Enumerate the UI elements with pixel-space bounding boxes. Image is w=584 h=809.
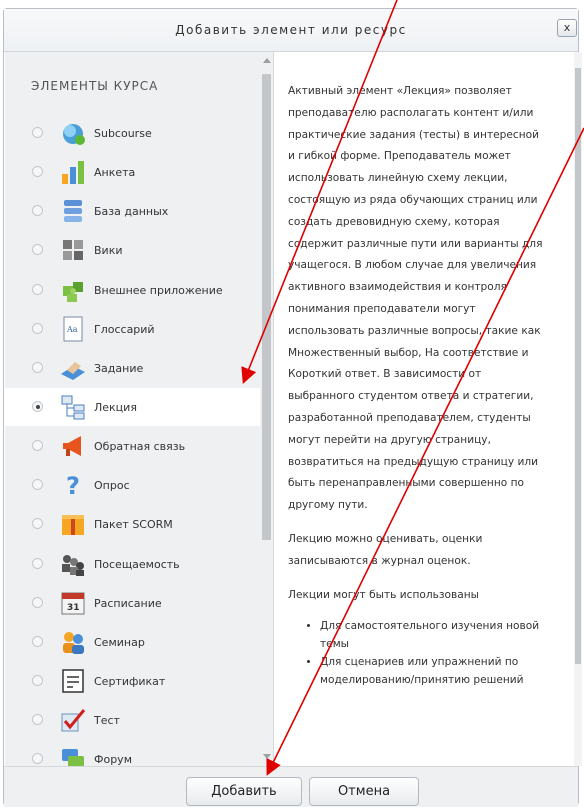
lesson-icon: [61, 395, 85, 420]
add-button[interactable]: Добавить: [186, 777, 302, 806]
list-item-subcourse[interactable]: Subcourse: [5, 114, 260, 152]
assignment-icon: [61, 362, 85, 380]
item-label: Тест: [94, 714, 120, 727]
description-bullet-list: Для самостоятельного изучения новой темы…: [288, 618, 548, 689]
megaphone-icon: [63, 436, 81, 456]
section-title: ЭЛЕМЕНТЫ КУРСА: [31, 79, 159, 93]
add-activity-dialog: Добавить элемент или ресурс x ЭЛЕМЕНТЫ К…: [3, 8, 582, 807]
description-panel: Активный элемент «Лекция» позволяет преп…: [273, 52, 570, 766]
radio-button[interactable]: [32, 479, 43, 490]
scroll-up-arrow-icon[interactable]: [263, 58, 271, 63]
description-scrollbar-thumb[interactable]: [575, 68, 581, 664]
radio-button[interactable]: [32, 518, 43, 529]
scorm-package-icon: [62, 515, 84, 535]
database-icon: [64, 200, 82, 222]
dialog-footer: Добавить Отмена: [4, 766, 578, 807]
radio-button-selected[interactable]: [32, 401, 43, 412]
radio-button[interactable]: [32, 166, 43, 177]
list-item-survey[interactable]: Анкета: [5, 153, 260, 191]
item-label: Лекция: [94, 401, 137, 414]
list-item-attendance[interactable]: Посещаемость: [5, 545, 260, 583]
radio-button[interactable]: [32, 558, 43, 569]
svg-text:31: 31: [67, 603, 80, 613]
svg-text:Aa: Aa: [66, 325, 78, 334]
dialog-title: Добавить элемент или ресурс: [175, 23, 407, 37]
radio-button[interactable]: [32, 597, 43, 608]
radio-button[interactable]: [32, 753, 43, 764]
description-paragraph: Активный элемент «Лекция» позволяет преп…: [288, 85, 543, 512]
item-label: Глоссарий: [94, 323, 155, 336]
bullet-item: Для сценариев или упражнений по моделиро…: [320, 654, 548, 689]
svg-text:?: ?: [66, 472, 80, 499]
cancel-button[interactable]: Отмена: [309, 777, 419, 806]
radio-button[interactable]: [32, 636, 43, 647]
item-label: Вики: [94, 244, 123, 257]
bullet-item: Для самостоятельного изучения новой темы: [320, 618, 548, 653]
list-item-certificate[interactable]: Сертификат: [5, 662, 260, 700]
quiz-checkmark-icon: [61, 709, 86, 732]
radio-button[interactable]: [32, 675, 43, 686]
item-label: Форум: [94, 753, 132, 766]
radio-button[interactable]: [32, 244, 43, 255]
list-item-glossary[interactable]: Aa Глоссарий: [5, 310, 260, 348]
description-text: Активный элемент «Лекция» позволяет преп…: [288, 81, 548, 690]
item-label: Subcourse: [94, 127, 152, 140]
item-label: Сертификат: [94, 675, 166, 688]
list-item-choice[interactable]: ? Опрос: [5, 466, 260, 504]
puzzle-icon: [63, 282, 83, 302]
radio-button[interactable]: [32, 362, 43, 373]
radio-button[interactable]: [32, 323, 43, 334]
wiki-icon: [63, 240, 83, 260]
list-item-feedback[interactable]: Обратная связь: [5, 427, 260, 465]
description-paragraph: Лекции могут быть использованы: [288, 588, 480, 601]
forum-icon: [62, 749, 84, 766]
list-scrollbar[interactable]: [260, 52, 273, 766]
list-item-external-tool[interactable]: Внешнее приложение: [5, 271, 260, 309]
attendance-icon: [62, 555, 84, 576]
radio-button[interactable]: [32, 284, 43, 295]
radio-button[interactable]: [32, 127, 43, 138]
subcourse-icon: [63, 124, 85, 145]
workshop-icon: [63, 632, 84, 654]
list-scrollbar-thumb[interactable]: [262, 74, 271, 540]
close-button[interactable]: x: [557, 19, 577, 37]
list-item-scheduler[interactable]: 31 Расписание: [5, 584, 260, 622]
item-label: Анкета: [94, 166, 136, 179]
glossary-icon: Aa: [63, 316, 83, 342]
list-item-scorm[interactable]: Пакет SCORM: [5, 505, 260, 543]
radio-button[interactable]: [32, 714, 43, 725]
item-label: Пакет SCORM: [94, 518, 173, 531]
activity-list-panel: ЭЛЕМЕНТЫ КУРСА Subcourse Анкета База дан…: [5, 52, 273, 766]
item-label: Семинар: [94, 636, 145, 649]
list-item-quiz[interactable]: Тест: [5, 701, 260, 739]
list-item-database[interactable]: База данных: [5, 192, 260, 230]
certificate-icon: [62, 669, 84, 693]
survey-chart-icon: [62, 161, 84, 184]
list-item-assignment[interactable]: Задание: [5, 349, 260, 387]
item-label: База данных: [94, 205, 169, 218]
item-label: Посещаемость: [94, 558, 180, 571]
description-paragraph: Лекцию можно оценивать, оценки записываю…: [288, 532, 483, 567]
question-icon: ?: [66, 472, 80, 499]
item-label: Опрос: [94, 479, 130, 492]
item-label: Обратная связь: [94, 440, 186, 453]
item-label: Внешнее приложение: [94, 284, 223, 297]
radio-button[interactable]: [32, 440, 43, 451]
item-label: Расписание: [94, 597, 162, 610]
dialog-titlebar: Добавить элемент или ресурс x: [4, 9, 578, 52]
list-item-workshop[interactable]: Семинар: [5, 623, 260, 661]
radio-button[interactable]: [32, 205, 43, 216]
calendar-icon: 31: [61, 592, 85, 615]
item-label: Задание: [94, 362, 144, 375]
scroll-down-arrow-icon[interactable]: [263, 754, 271, 759]
list-item-lesson[interactable]: Лекция: [5, 388, 260, 426]
list-item-wiki[interactable]: Вики: [5, 231, 260, 269]
description-scrollbar[interactable]: [574, 52, 582, 766]
list-item-forum[interactable]: Форум: [5, 740, 260, 766]
